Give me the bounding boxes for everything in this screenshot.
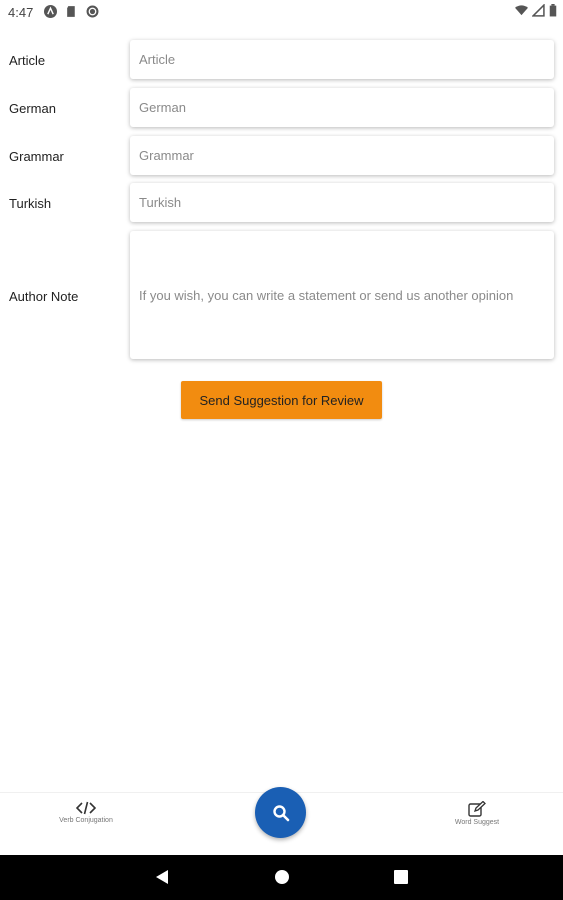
search-icon — [272, 804, 289, 821]
article-field[interactable]: Article — [130, 40, 554, 79]
code-icon — [76, 801, 96, 815]
nav-verb-conjugation-label: Verb Conjugation — [59, 817, 113, 824]
wifi-icon — [515, 5, 528, 16]
author-note-label: Author Note — [9, 289, 79, 304]
notification-icons — [44, 5, 99, 18]
edit-icon — [468, 801, 486, 817]
article-row: Article Article — [0, 40, 563, 79]
grammar-field[interactable]: Grammar — [130, 136, 554, 175]
nav-word-suggest[interactable]: Word Suggest — [444, 801, 510, 826]
grammar-row: Grammar Grammar — [0, 136, 563, 175]
turkish-label: Turkish — [9, 196, 52, 211]
grammar-label: Grammar — [9, 149, 64, 164]
system-status-icons — [515, 4, 557, 17]
cell-signal-icon — [532, 4, 545, 17]
system-navigation-bar — [0, 855, 563, 900]
status-bar: 4:47 — [0, 0, 563, 24]
app-notification-icon — [44, 5, 57, 18]
author-note-row: Author Note If you wish, you can write a… — [0, 231, 563, 359]
send-suggestion-button[interactable]: Send Suggestion for Review — [181, 381, 382, 419]
article-label: Article — [9, 53, 46, 68]
search-fab-button[interactable] — [255, 787, 306, 838]
turkish-field[interactable]: Turkish — [130, 183, 554, 222]
nav-word-suggest-label: Word Suggest — [454, 819, 500, 826]
status-time: 4:47 — [8, 5, 34, 20]
battery-icon — [549, 4, 557, 17]
german-field[interactable]: German — [130, 88, 554, 127]
home-icon[interactable] — [274, 869, 290, 885]
sd-card-icon — [67, 6, 75, 17]
back-icon[interactable] — [155, 869, 169, 885]
german-row: German German — [0, 88, 563, 127]
recents-icon[interactable] — [394, 870, 408, 884]
turkish-row: Turkish Turkish — [0, 183, 563, 222]
author-note-field[interactable]: If you wish, you can write a statement o… — [130, 231, 554, 359]
nav-verb-conjugation[interactable]: Verb Conjugation — [50, 801, 122, 824]
german-label: German — [9, 101, 56, 116]
sync-icon — [86, 5, 99, 18]
